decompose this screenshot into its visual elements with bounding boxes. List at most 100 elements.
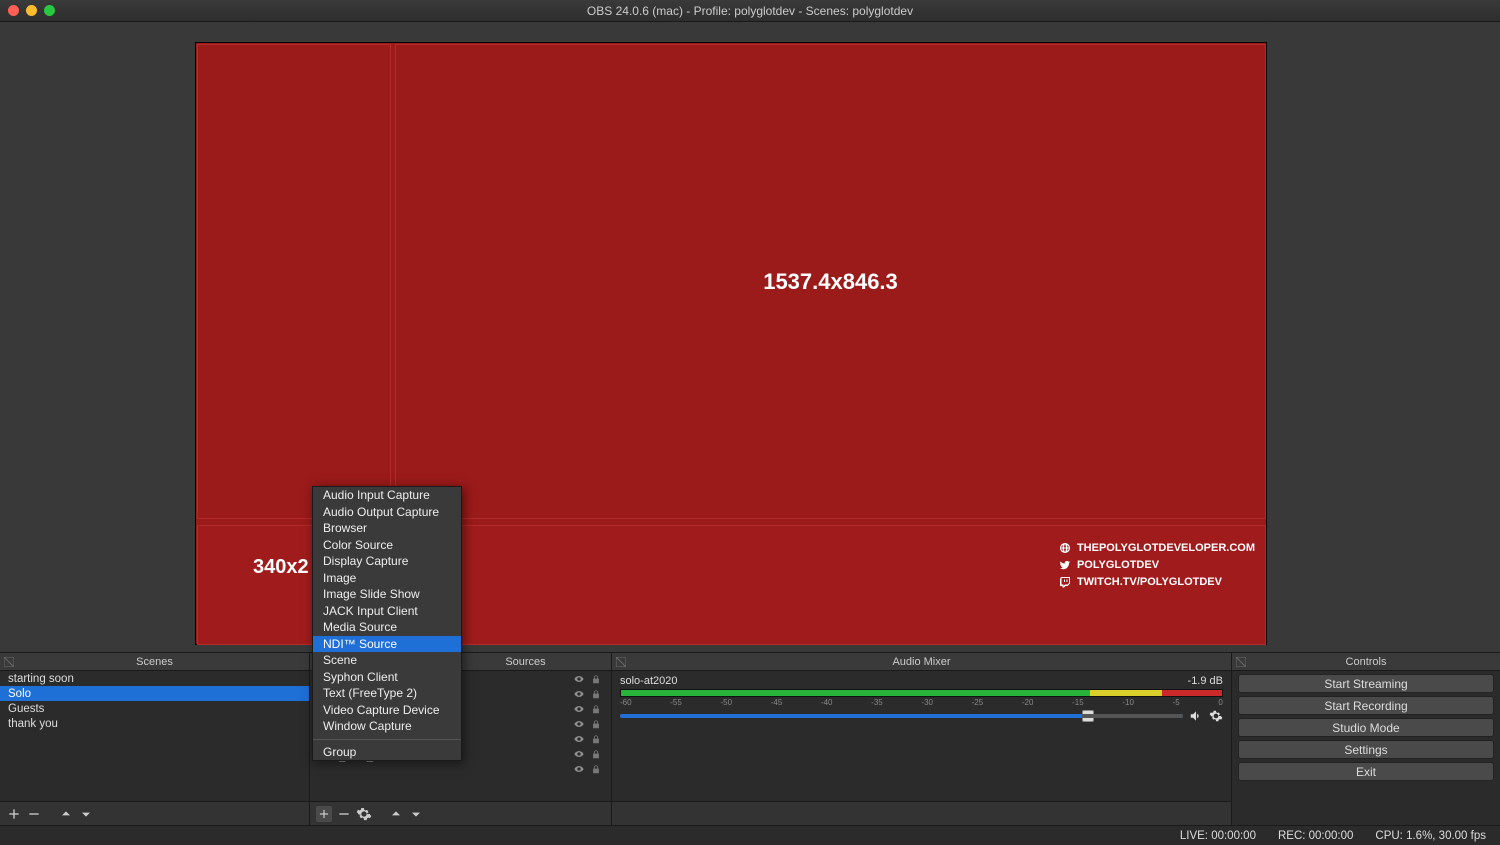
meter-tick: -30 bbox=[921, 698, 933, 707]
status-live: LIVE: 00:00:00 bbox=[1180, 830, 1256, 842]
audio-meter bbox=[620, 689, 1223, 697]
sources-toolbar bbox=[310, 801, 611, 825]
scene-item[interactable]: starting soon bbox=[0, 671, 309, 686]
mixer-db-value: -1.9 dB bbox=[1188, 675, 1223, 687]
lock-toggle-icon[interactable] bbox=[591, 764, 605, 778]
volume-slider[interactable] bbox=[620, 714, 1183, 718]
scenes-title: Scenes bbox=[136, 656, 173, 668]
meter-ticks: -60-55-50-45-40-35-30-25-20-15-10-50 bbox=[620, 698, 1223, 707]
menu-item[interactable]: JACK Input Client bbox=[313, 603, 461, 620]
scenes-list[interactable]: starting soonSoloGueststhank you bbox=[0, 671, 309, 801]
menu-item[interactable]: Scene bbox=[313, 652, 461, 669]
controls-dock: Controls Start Streaming Start Recording… bbox=[1232, 653, 1500, 825]
scenes-header[interactable]: Scenes bbox=[0, 653, 309, 671]
meter-tick: -25 bbox=[972, 698, 984, 707]
menu-item[interactable]: Color Source bbox=[313, 537, 461, 554]
remove-scene-icon[interactable] bbox=[26, 806, 42, 822]
move-source-down-icon[interactable] bbox=[408, 806, 424, 822]
status-cpu: CPU: 1.6%, 30.00 fps bbox=[1375, 830, 1486, 842]
source-properties-icon[interactable] bbox=[356, 806, 372, 822]
overlay-twitter: POLYGLOTDEV bbox=[1077, 559, 1159, 571]
meter-tick: -45 bbox=[771, 698, 783, 707]
titlebar: OBS 24.0.6 (mac) - Profile: polyglotdev … bbox=[0, 0, 1500, 22]
move-scene-down-icon[interactable] bbox=[78, 806, 94, 822]
start-streaming-button[interactable]: Start Streaming bbox=[1238, 674, 1494, 693]
dock-grip-icon[interactable] bbox=[4, 657, 14, 667]
gear-icon[interactable] bbox=[1209, 709, 1223, 723]
volume-slider-thumb[interactable] bbox=[1082, 710, 1094, 722]
menu-item[interactable]: Display Capture bbox=[313, 553, 461, 570]
menu-item[interactable]: Video Capture Device bbox=[313, 702, 461, 719]
studio-mode-button[interactable]: Studio Mode bbox=[1238, 718, 1494, 737]
visibility-toggle-icon[interactable] bbox=[573, 749, 587, 762]
menu-item[interactable]: Browser bbox=[313, 520, 461, 537]
overlay-info: THEPOLYGLOTDEVELOPER.COM POLYGLOTDEV TWI… bbox=[1059, 542, 1255, 588]
source-item[interactable] bbox=[310, 763, 611, 778]
status-bar: LIVE: 00:00:00 REC: 00:00:00 CPU: 1.6%, … bbox=[0, 825, 1500, 845]
scenes-dock: Scenes starting soonSoloGueststhank you bbox=[0, 653, 310, 825]
settings-button[interactable]: Settings bbox=[1238, 740, 1494, 759]
scene-item[interactable]: thank you bbox=[0, 716, 309, 731]
meter-tick: -10 bbox=[1122, 698, 1134, 707]
speaker-icon[interactable] bbox=[1189, 709, 1203, 723]
minimize-window-icon[interactable] bbox=[26, 5, 37, 16]
source-size-label: 1537.4x846.3 bbox=[763, 269, 898, 295]
move-scene-up-icon[interactable] bbox=[58, 806, 74, 822]
menu-item-group[interactable]: Group bbox=[313, 744, 461, 761]
lock-toggle-icon[interactable] bbox=[591, 749, 605, 763]
lock-toggle-icon[interactable] bbox=[591, 719, 605, 733]
scenes-toolbar bbox=[0, 801, 309, 825]
dock-grip-icon[interactable] bbox=[616, 657, 626, 667]
remove-source-icon[interactable] bbox=[336, 806, 352, 822]
lock-toggle-icon[interactable] bbox=[591, 704, 605, 718]
exit-button[interactable]: Exit bbox=[1238, 762, 1494, 781]
meter-tick: 0 bbox=[1218, 698, 1222, 707]
controls-header[interactable]: Controls bbox=[1232, 653, 1500, 671]
meter-tick: -35 bbox=[871, 698, 883, 707]
menu-item[interactable]: NDI™ Source bbox=[313, 636, 461, 653]
globe-icon bbox=[1059, 542, 1071, 554]
mixer-header[interactable]: Audio Mixer bbox=[612, 653, 1231, 671]
dock-grip-icon[interactable] bbox=[1236, 657, 1246, 667]
visibility-toggle-icon[interactable] bbox=[573, 764, 587, 777]
controls-title: Controls bbox=[1346, 656, 1387, 668]
menu-item[interactable]: Audio Input Capture bbox=[313, 487, 461, 504]
visibility-toggle-icon[interactable] bbox=[573, 719, 587, 732]
menu-item[interactable]: Audio Output Capture bbox=[313, 504, 461, 521]
preview-area[interactable]: 1537.4x846.3 340x2 THEPOLYGLOTDEVELOPER.… bbox=[0, 22, 1500, 652]
move-source-up-icon[interactable] bbox=[388, 806, 404, 822]
menu-item[interactable]: Syphon Client bbox=[313, 669, 461, 686]
menu-item[interactable]: Media Source bbox=[313, 619, 461, 636]
visibility-toggle-icon[interactable] bbox=[573, 674, 587, 687]
scene-item[interactable]: Solo bbox=[0, 686, 309, 701]
close-window-icon[interactable] bbox=[8, 5, 19, 16]
status-rec: REC: 00:00:00 bbox=[1278, 830, 1353, 842]
menu-item[interactable]: Image bbox=[313, 570, 461, 587]
mixer-body: solo-at2020 -1.9 dB -60-55-50-45-40-35-3… bbox=[612, 671, 1231, 801]
controls-body: Start Streaming Start Recording Studio M… bbox=[1232, 671, 1500, 825]
visibility-toggle-icon[interactable] bbox=[573, 704, 587, 717]
add-scene-icon[interactable] bbox=[6, 806, 22, 822]
preview-source-main[interactable]: 1537.4x846.3 bbox=[395, 44, 1266, 519]
maximize-window-icon[interactable] bbox=[44, 5, 55, 16]
start-recording-button[interactable]: Start Recording bbox=[1238, 696, 1494, 715]
preview-source-left[interactable] bbox=[197, 44, 391, 519]
menu-item[interactable]: Text (FreeType 2) bbox=[313, 685, 461, 702]
meter-tick: -55 bbox=[670, 698, 682, 707]
lock-toggle-icon[interactable] bbox=[591, 734, 605, 748]
menu-item[interactable]: Window Capture bbox=[313, 718, 461, 735]
twitch-icon bbox=[1059, 576, 1071, 588]
mixer-title: Audio Mixer bbox=[892, 656, 950, 668]
meter-tick: -5 bbox=[1173, 698, 1180, 707]
visibility-toggle-icon[interactable] bbox=[573, 734, 587, 747]
add-source-context-menu[interactable]: Audio Input CaptureAudio Output CaptureB… bbox=[312, 486, 462, 761]
meter-tick: -60 bbox=[620, 698, 632, 707]
scene-item[interactable]: Guests bbox=[0, 701, 309, 716]
menu-item[interactable]: Image Slide Show bbox=[313, 586, 461, 603]
menu-separator bbox=[313, 739, 461, 740]
add-source-icon[interactable] bbox=[316, 806, 332, 822]
lock-toggle-icon[interactable] bbox=[591, 674, 605, 688]
lock-toggle-icon[interactable] bbox=[591, 689, 605, 703]
visibility-toggle-icon[interactable] bbox=[573, 689, 587, 702]
docks: Scenes starting soonSoloGueststhank you … bbox=[0, 652, 1500, 825]
